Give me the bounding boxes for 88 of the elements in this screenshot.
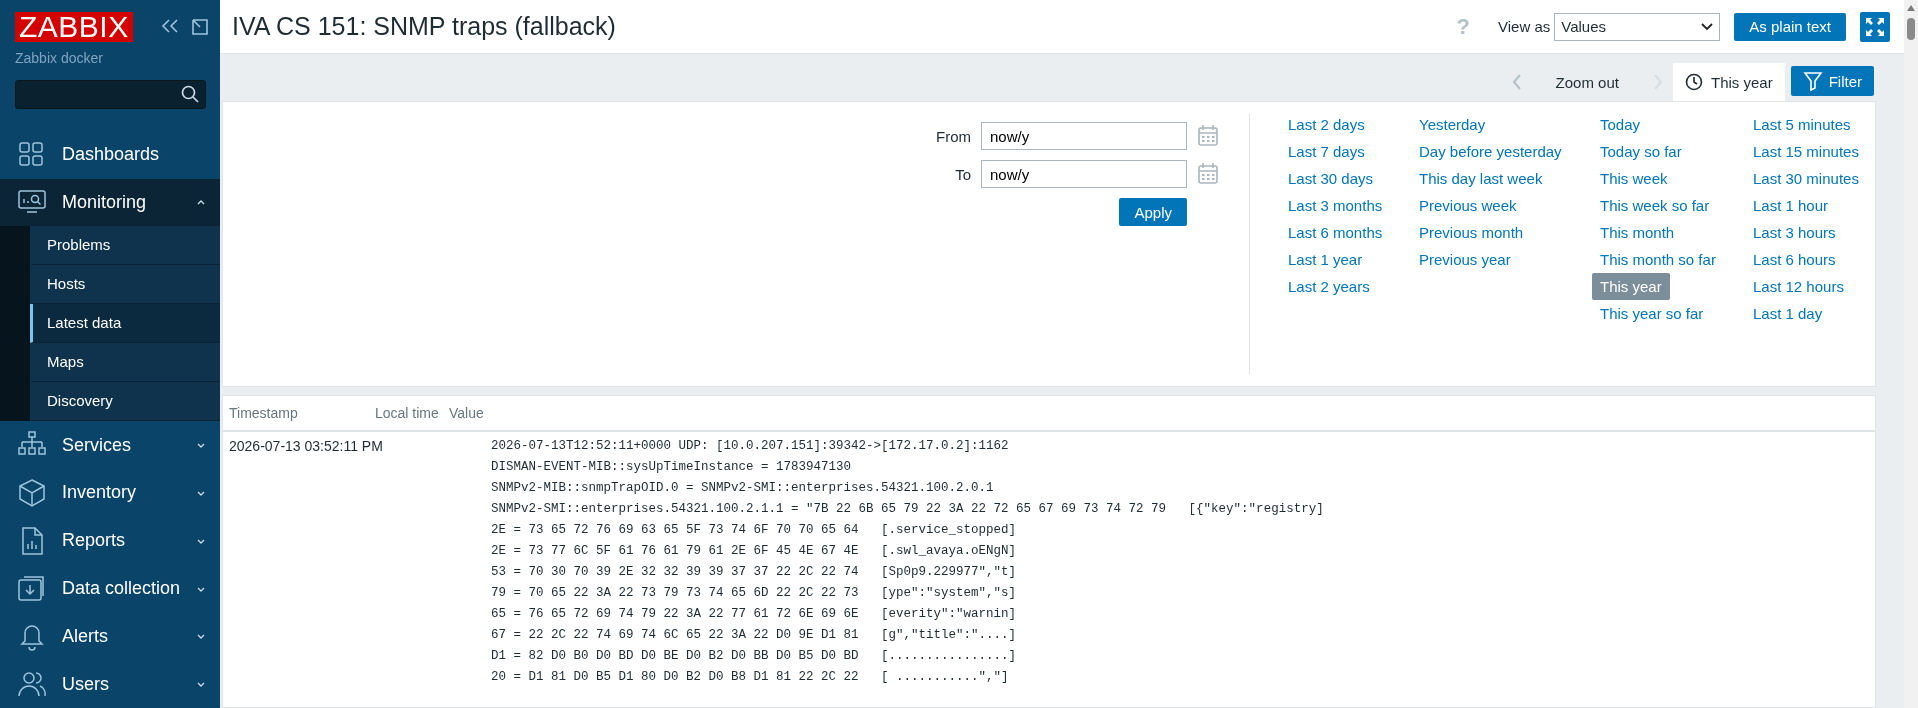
quick-range-link[interactable]: Previous week: [1411, 192, 1525, 219]
quick-range-link[interactable]: This year: [1592, 273, 1670, 300]
clock-icon: [1684, 73, 1703, 91]
to-field[interactable]: now/y: [981, 160, 1187, 188]
menu-item[interactable]: Services: [0, 421, 220, 470]
quick-range-link[interactable]: Last 3 hours: [1745, 219, 1844, 246]
value-line: 67 = 22 2C 22 74 69 74 6C 65 22 3A 22 D0 9E D1 81 [g","title":"....]: [491, 627, 1018, 644]
timestamp-cell-text: 2026-07-13 03:52:11 PM: [228, 437, 384, 456]
quick-range-link[interactable]: This month so far: [1592, 246, 1724, 273]
value-line: DISMAN-EVENT-MIB::sysUpTimeInstance = 1783947130: [491, 459, 853, 476]
search-field[interactable]: [15, 80, 206, 109]
quick-range-link[interactable]: Last 5 minutes: [1745, 111, 1859, 138]
value-line: 20 = D1 81 D0 B5 D1 80 D0 B2 D0 B8 D1 81 22 2C 22 [ ...........","]: [491, 669, 1010, 686]
logo[interactable]: ZABBIX: [15, 12, 133, 42]
quick-range-link[interactable]: Last 30 minutes: [1745, 165, 1867, 192]
menu-item[interactable]: Alerts: [0, 612, 220, 661]
quick-range-link[interactable]: Last 30 days: [1280, 165, 1382, 192]
from-field[interactable]: now/y: [981, 122, 1187, 150]
apply-button[interactable]: Apply: [1119, 198, 1187, 226]
column-header: Local time: [374, 405, 440, 421]
quick-range-link[interactable]: This year so far: [1592, 300, 1712, 327]
quick-range-link[interactable]: Yesterday: [1411, 111, 1494, 138]
submenu-item[interactable]: Discovery: [30, 382, 220, 422]
value-line: 2E = 73 65 72 76 69 63 65 5F 73 74 6F 70 70 65 64 [.service_stopped]: [491, 522, 1018, 539]
value-line: 53 = 70 30 70 39 2E 32 32 39 39 37 37 22 2C 22 74 [Sp0p9.229977","t]: [491, 564, 1018, 581]
menu-item[interactable]: Monitoring: [0, 178, 220, 227]
dropdown-caret-icon: [1701, 22, 1714, 31]
menu-item[interactable]: Reports: [0, 516, 220, 565]
quick-range-link[interactable]: Last 6 months: [1280, 219, 1391, 246]
quick-range-link[interactable]: Last 2 years: [1280, 273, 1378, 300]
menu-item[interactable]: Data collection: [0, 564, 220, 613]
from-label: From: [936, 127, 971, 145]
plain-text-button[interactable]: As plain text: [1734, 12, 1846, 41]
value-line: 2E = 73 77 6C 5F 61 76 61 79 61 2E 6F 45 4E 67 4E [.swl_avaya.oENgN]: [491, 543, 1018, 560]
filter-tab[interactable]: Filter: [1790, 66, 1874, 96]
value-line: 79 = 70 65 22 3A 22 73 79 73 74 65 6D 22 2C 22 73 [ype":"system","s]: [491, 585, 1018, 602]
value-line: D1 = 82 D0 B0 D0 BD D0 BE D0 B2 D0 BB D0 B5 D0 BD [................]: [491, 648, 1018, 665]
quick-range-link[interactable]: Last 6 hours: [1745, 246, 1844, 273]
page-title: IVA CS 151: SNMP traps (fallback): [232, 12, 617, 41]
scroll-up-icon[interactable]: [1906, 4, 1916, 12]
to-label: To: [955, 165, 971, 183]
search-icon[interactable]: [181, 85, 199, 104]
quick-range-link[interactable]: Previous month: [1411, 219, 1532, 246]
download-tray-icon: [17, 573, 47, 604]
quick-range-link[interactable]: Last 1 day: [1745, 300, 1831, 327]
column-header: Timestamp: [228, 405, 299, 421]
value-line: SNMPv2-MIB::snmpTrapOID.0 = SNMPv2-SMI::enterprises.54321.100.2.0.1: [491, 480, 995, 497]
collapse-icon[interactable]: [160, 18, 179, 34]
submenu-item[interactable]: Problems: [30, 226, 220, 266]
fullscreen-button[interactable]: [1860, 11, 1890, 42]
quick-range-link[interactable]: Last 7 days: [1280, 138, 1373, 165]
value-line: SNMPv2-SMI::enterprises.54321.100.2.1.1 = "7B 22 6B 65 79 22 3A 22 72 65 67 69 73 74 72 79 [{"key":"registry]: [491, 501, 1324, 518]
submenu-item[interactable]: Latest data: [30, 304, 220, 344]
time-tab[interactable]: This year: [1672, 63, 1785, 101]
submenu-item[interactable]: Hosts: [30, 265, 220, 305]
value-line: 2026-07-13T12:52:11+0000 UDP: [10.0.207.151]:39342->[172.17.0.2]:1162: [491, 438, 1010, 455]
quick-range-link[interactable]: Previous year: [1411, 246, 1519, 273]
previous-icon[interactable]: [1511, 73, 1522, 91]
quick-range-link[interactable]: This week so far: [1592, 192, 1718, 219]
quick-range-link[interactable]: Last 15 minutes: [1745, 138, 1867, 165]
quick-range-link[interactable]: Last 12 hours: [1745, 273, 1852, 300]
fullscreen-icon: [1865, 16, 1885, 37]
value-line: 65 = 76 65 72 69 74 79 22 3A 22 77 61 72 6E 69 6E [everity":"warnin]: [491, 606, 1018, 623]
undock-icon[interactable]: [190, 18, 209, 36]
view-as-select[interactable]: Values: [1554, 12, 1721, 41]
box-icon: [17, 478, 47, 508]
calendar-icon[interactable]: [1197, 124, 1219, 148]
zoom-out-button[interactable]: Zoom out: [1543, 73, 1631, 91]
quick-range-link[interactable]: Last 1 year: [1280, 246, 1371, 273]
menu-item[interactable]: Users: [0, 660, 220, 708]
menu-item[interactable]: Inventory: [0, 469, 220, 517]
menu-item[interactable]: Dashboards: [0, 130, 220, 179]
quick-range-link[interactable]: This week: [1592, 165, 1676, 192]
quick-range-link[interactable]: Today: [1592, 111, 1649, 138]
quick-range-link[interactable]: This day last week: [1411, 165, 1551, 192]
column-header: Value: [448, 405, 485, 421]
quick-range-link[interactable]: Last 3 months: [1280, 192, 1391, 219]
quick-range-link[interactable]: This month: [1592, 219, 1683, 246]
quick-range-link[interactable]: Last 2 days: [1280, 111, 1373, 138]
filter-icon: [1802, 71, 1823, 91]
quick-range-link[interactable]: Day before yesterday: [1411, 138, 1570, 165]
server-name: Zabbix docker: [14, 49, 104, 66]
calendar-icon[interactable]: [1197, 162, 1219, 186]
view-as-label: View as: [1498, 18, 1551, 35]
submenu-item[interactable]: Maps: [30, 343, 220, 383]
quick-range-link[interactable]: Last 1 hour: [1745, 192, 1837, 219]
scrollbar-thumb[interactable]: [1907, 18, 1915, 40]
quick-range-link[interactable]: Today so far: [1592, 138, 1690, 165]
